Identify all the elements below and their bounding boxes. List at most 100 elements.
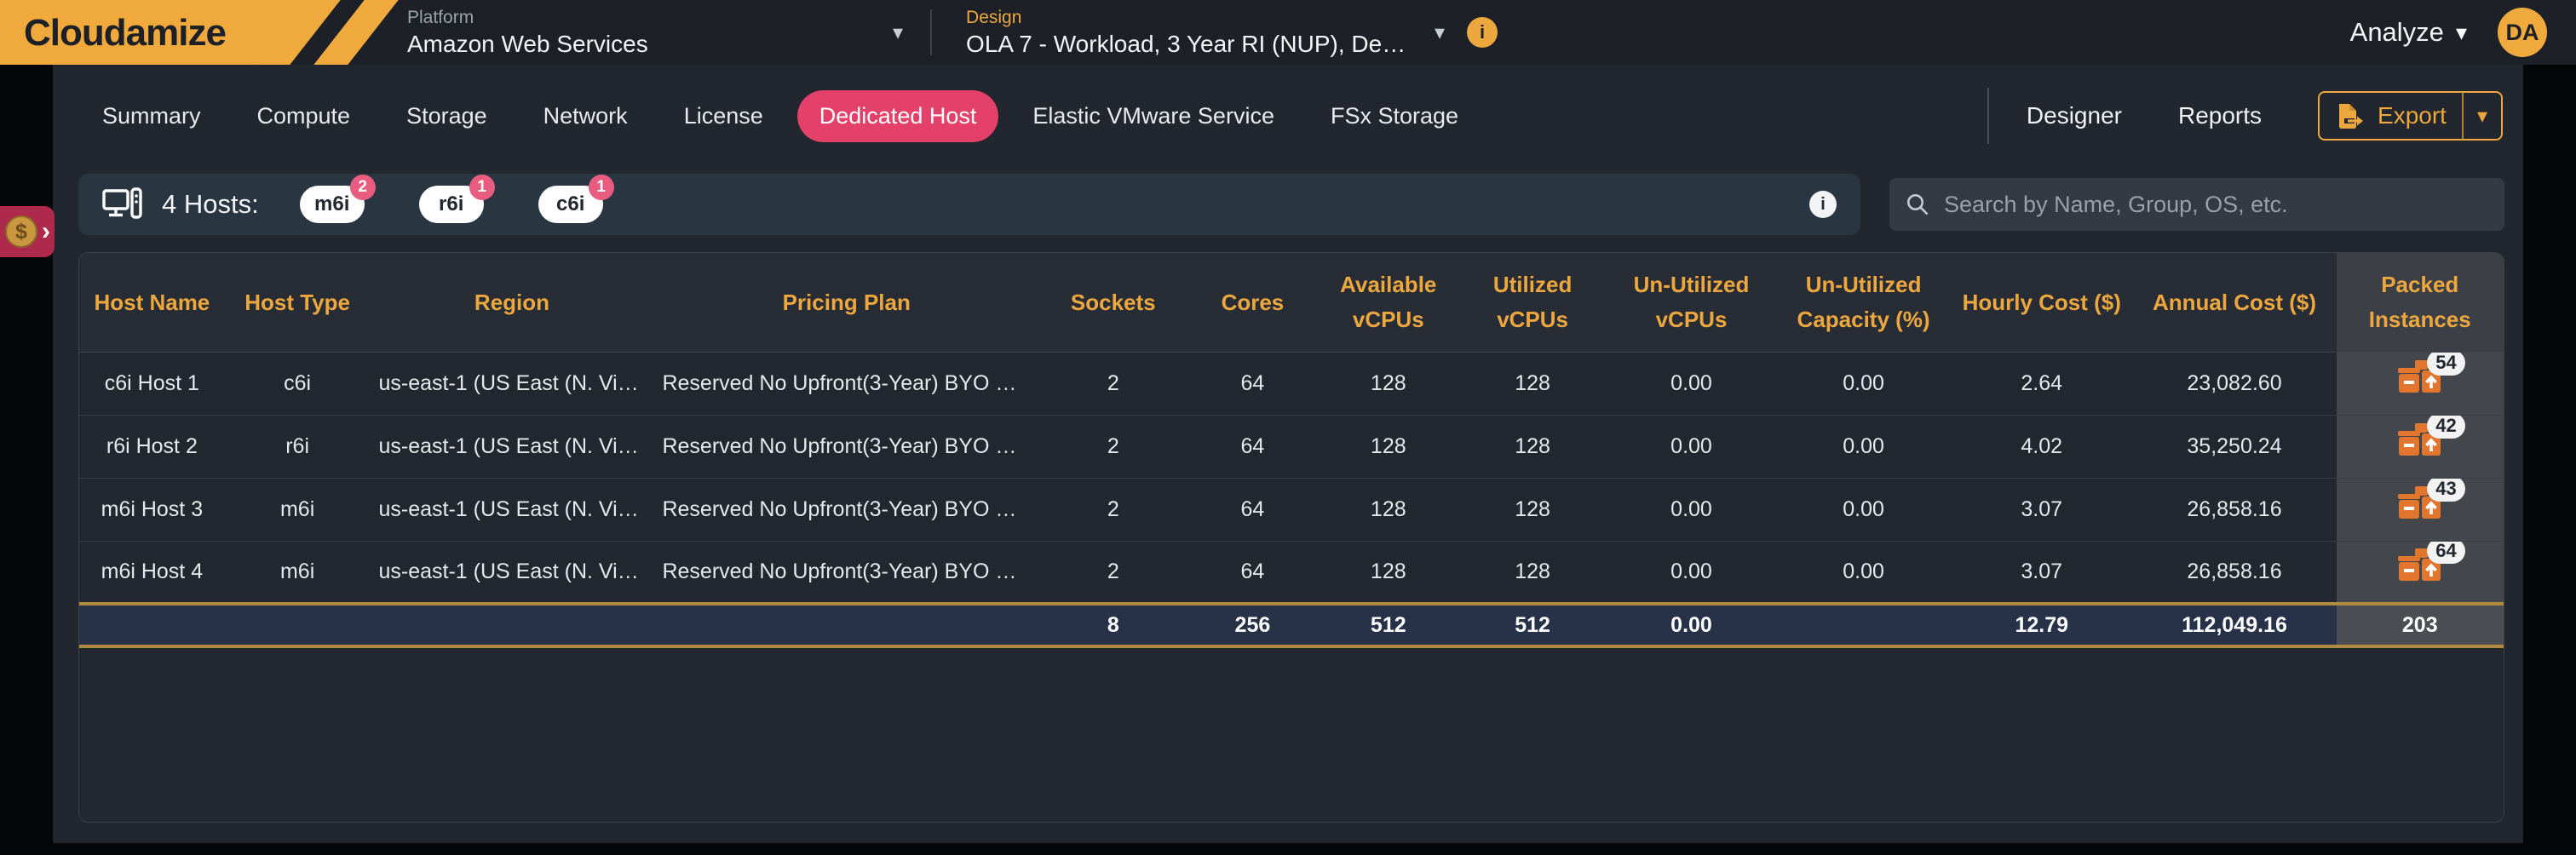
- total-host-type: [225, 604, 371, 646]
- host-type-chip-m6i[interactable]: m6i2: [300, 186, 365, 223]
- toolbar-divider: [1987, 88, 1989, 144]
- export-file-icon: [2335, 102, 2366, 129]
- cell-available-vcpus: 128: [1318, 478, 1458, 541]
- cell-unutilized-capacity: 0.00: [1776, 541, 1951, 604]
- cell-packed-instances: 54: [2337, 352, 2504, 415]
- packed-instances-icon[interactable]: 64: [2395, 547, 2445, 591]
- analyze-menu[interactable]: Analyze ▾: [2350, 17, 2467, 48]
- total-unutilized-capacity: [1776, 604, 1951, 646]
- cell-utilized-vcpus: 128: [1458, 478, 1607, 541]
- cell-unutilized-vcpus: 0.00: [1607, 415, 1776, 478]
- cell-unutilized-capacity: 0.00: [1776, 352, 1951, 415]
- packed-instances-icon[interactable]: 43: [2395, 485, 2445, 529]
- platform-caret-icon[interactable]: ▾: [893, 20, 903, 45]
- cell-host-name: m6i Host 3: [79, 478, 225, 541]
- cell-host-name: c6i Host 1: [79, 352, 225, 415]
- avatar[interactable]: DA: [2498, 8, 2547, 57]
- cell-sockets: 2: [1039, 478, 1187, 541]
- table-row[interactable]: c6i Host 1c6ius-east-1 (US East (N. Virg…: [79, 352, 2504, 415]
- design-info-icon[interactable]: i: [1467, 17, 1498, 48]
- column-header-cores[interactable]: Cores: [1187, 253, 1319, 352]
- table-row[interactable]: r6i Host 2r6ius-east-1 (US East (N. Virg…: [79, 415, 2504, 478]
- packed-count-badge: 54: [2427, 352, 2464, 376]
- chip-count-badge: 2: [350, 175, 376, 200]
- column-header-host-type[interactable]: Host Type: [225, 253, 371, 352]
- platform-label: Platform: [407, 8, 884, 28]
- column-header-un-utilized-vcpus[interactable]: Un-Utilized vCPUs: [1607, 253, 1776, 352]
- chip-label: m6i: [314, 192, 349, 216]
- cell-host-type: m6i: [225, 478, 371, 541]
- tab-elastic-vmware-service[interactable]: Elastic VMware Service: [1010, 90, 1297, 142]
- cell-sockets: 2: [1039, 541, 1187, 604]
- export-caret-icon[interactable]: ▾: [2464, 104, 2501, 129]
- total-host-name: [79, 604, 225, 646]
- host-type-chip-c6i[interactable]: c6i1: [538, 186, 603, 223]
- total-packed-instances: 203: [2337, 604, 2504, 646]
- tab-summary[interactable]: Summary: [80, 90, 223, 142]
- total-available-vcpus: 512: [1318, 604, 1458, 646]
- logo[interactable]: Cloudamize: [0, 0, 383, 65]
- tab-storage[interactable]: Storage: [384, 90, 509, 142]
- cell-pricing-plan: Reserved No Upfront(3-Year) BYO MSFT...: [653, 541, 1039, 604]
- column-header-sockets[interactable]: Sockets: [1039, 253, 1187, 352]
- cell-host-type: r6i: [225, 415, 371, 478]
- cell-region: us-east-1 (US East (N. Virginia)): [371, 352, 654, 415]
- logo-text: Cloudamize: [24, 12, 226, 55]
- export-button-divider: [2462, 92, 2464, 140]
- total-sockets: 8: [1039, 604, 1187, 646]
- host-type-chip-r6i[interactable]: r6i1: [419, 186, 484, 223]
- tab-compute[interactable]: Compute: [235, 90, 373, 142]
- cell-host-type: c6i: [225, 352, 371, 415]
- column-header-host-name[interactable]: Host Name: [79, 253, 225, 352]
- tab-bar: SummaryComputeStorageNetworkLicenseDedic…: [80, 90, 1481, 142]
- design-caret-icon[interactable]: ▾: [1435, 20, 1445, 45]
- packed-count-badge: 42: [2427, 415, 2464, 439]
- table-row[interactable]: m6i Host 3m6ius-east-1 (US East (N. Virg…: [79, 478, 2504, 541]
- cell-host-type: m6i: [225, 541, 371, 604]
- packed-instances-icon[interactable]: 42: [2395, 422, 2445, 466]
- search-box[interactable]: [1889, 178, 2504, 231]
- column-header-packed-instances[interactable]: Packed Instances: [2337, 253, 2504, 352]
- chip-count-badge: 1: [589, 175, 614, 200]
- cell-host-name: m6i Host 4: [79, 541, 225, 604]
- cell-hourly-cost: 2.64: [1951, 352, 2132, 415]
- tab-fsx-storage[interactable]: FSx Storage: [1308, 90, 1481, 142]
- platform-selector[interactable]: Platform Amazon Web Services: [407, 8, 884, 58]
- column-header-un-utilized-capacity-[interactable]: Un-Utilized Capacity (%): [1776, 253, 1951, 352]
- column-header-region[interactable]: Region: [371, 253, 654, 352]
- column-header-utilized-vcpus[interactable]: Utilized vCPUs: [1458, 253, 1607, 352]
- table-row[interactable]: m6i Host 4m6ius-east-1 (US East (N. Virg…: [79, 541, 2504, 604]
- cell-utilized-vcpus: 128: [1458, 541, 1607, 604]
- toolbar-right: Designer Reports Export ▾: [1987, 88, 2503, 144]
- total-pricing-plan: [653, 604, 1039, 646]
- tab-license[interactable]: License: [662, 90, 785, 142]
- cell-unutilized-vcpus: 0.00: [1607, 541, 1776, 604]
- cell-cores: 64: [1187, 415, 1319, 478]
- chip-label: r6i: [439, 192, 463, 216]
- hosts-info-icon[interactable]: i: [1809, 191, 1837, 218]
- cell-sockets: 2: [1039, 415, 1187, 478]
- filter-row: 4 Hosts: m6i2r6i1c6i1 i: [78, 174, 2504, 235]
- search-input[interactable]: [1944, 192, 2489, 218]
- tab-dedicated-host[interactable]: Dedicated Host: [797, 90, 999, 142]
- column-header-pricing-plan[interactable]: Pricing Plan: [653, 253, 1039, 352]
- column-header-available-vcpus[interactable]: Available vCPUs: [1318, 253, 1458, 352]
- column-header-annual-cost-[interactable]: Annual Cost ($): [2132, 253, 2336, 352]
- design-selector[interactable]: Design OLA 7 - Workload, 3 Year RI (NUP)…: [966, 8, 1426, 58]
- export-button[interactable]: Export ▾: [2318, 91, 2503, 141]
- total-hourly-cost: 12.79: [1951, 604, 2132, 646]
- totals-row: 82565125120.0012.79112,049.16203: [79, 604, 2504, 646]
- cell-unutilized-capacity: 0.00: [1776, 415, 1951, 478]
- cell-region: us-east-1 (US East (N. Virginia)): [371, 415, 654, 478]
- column-header-hourly-cost-[interactable]: Hourly Cost ($): [1951, 253, 2132, 352]
- header-divider: [930, 9, 932, 55]
- analyze-caret-icon: ▾: [2456, 20, 2467, 46]
- designer-link[interactable]: Designer: [2027, 102, 2122, 129]
- cell-available-vcpus: 128: [1318, 541, 1458, 604]
- hosts-monitor-icon: [102, 186, 143, 222]
- packed-instances-icon[interactable]: 54: [2395, 359, 2445, 403]
- reports-link[interactable]: Reports: [2178, 102, 2262, 129]
- tab-network[interactable]: Network: [521, 90, 650, 142]
- cost-panel-toggle[interactable]: $ ›: [0, 206, 55, 257]
- total-region: [371, 604, 654, 646]
